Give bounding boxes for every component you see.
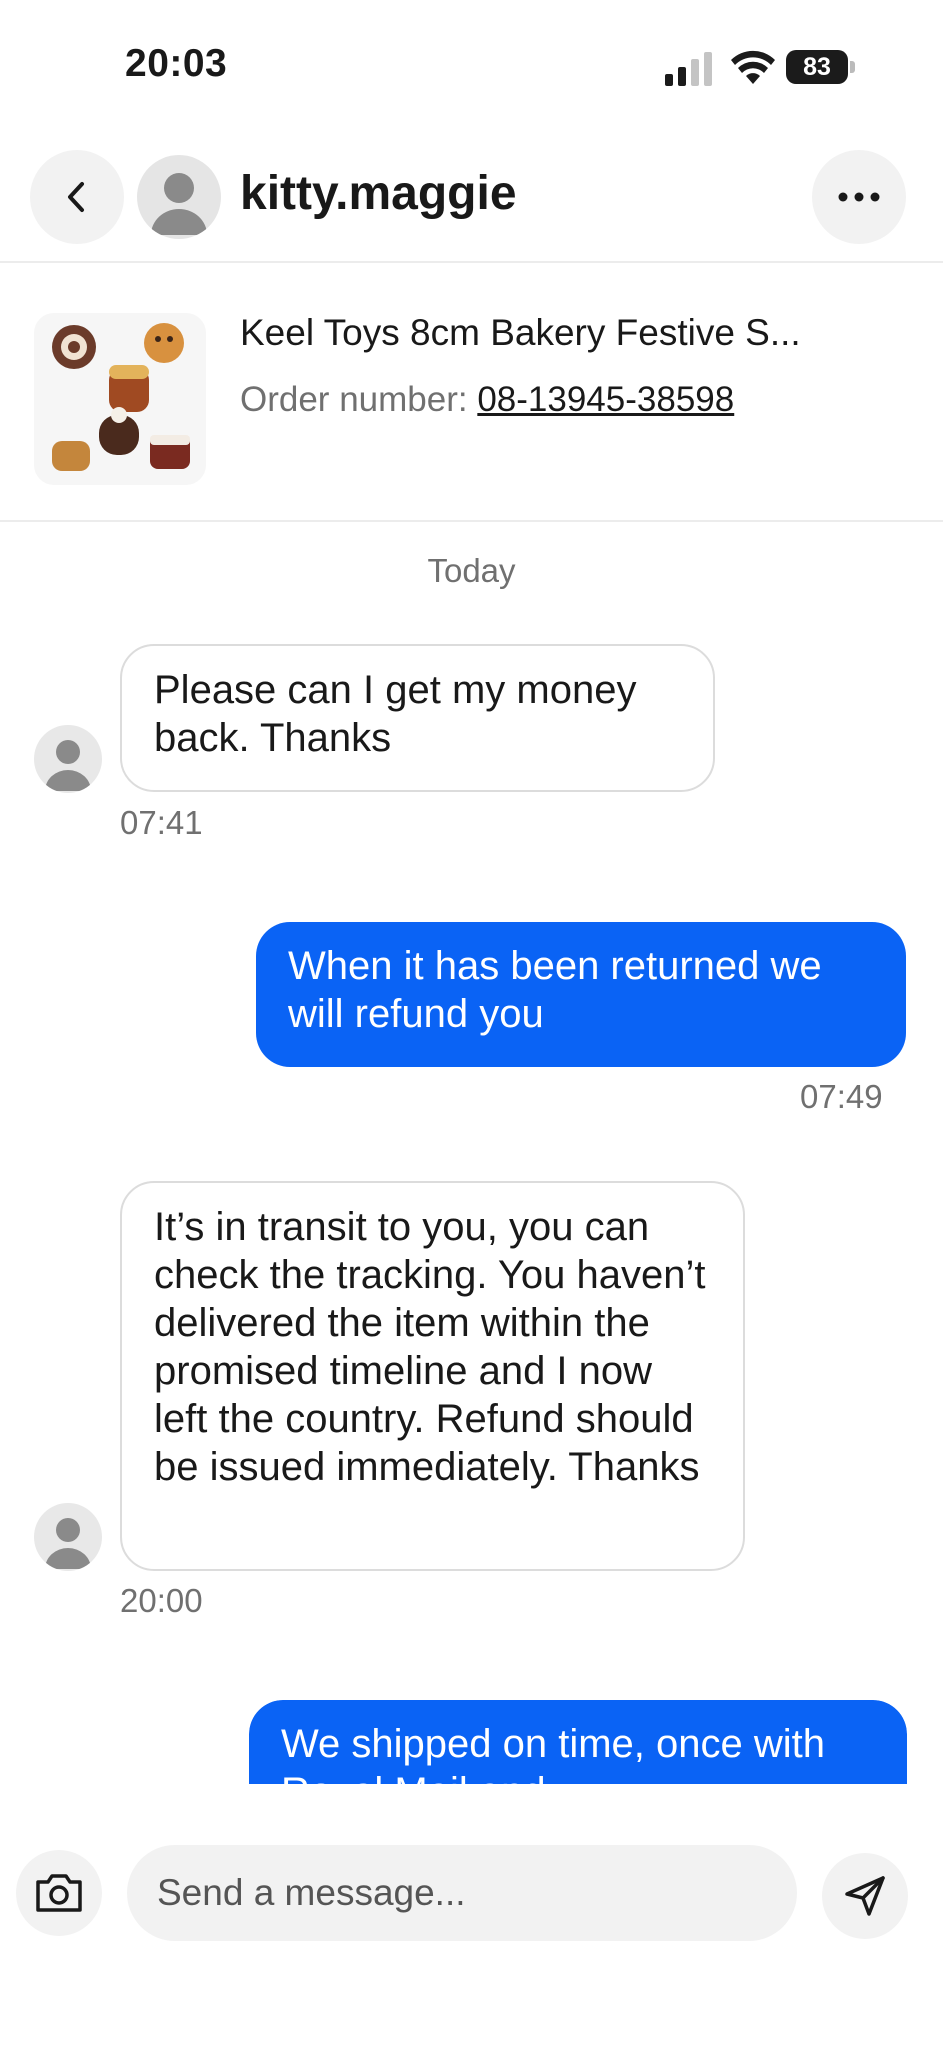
- message-time: 07:49: [800, 1078, 883, 1115]
- avatar[interactable]: [137, 155, 221, 239]
- order-row: Order number: 08-13945-38598: [240, 380, 734, 420]
- avatar-icon: [45, 1518, 91, 1569]
- message-bubble-incoming[interactable]: It’s in transit to you, you can check th…: [120, 1181, 745, 1571]
- battery-level: 83: [786, 50, 848, 84]
- more-options-button[interactable]: [812, 150, 906, 244]
- item-image: [52, 323, 190, 471]
- more-icon: [838, 192, 880, 202]
- message-bubble-outgoing[interactable]: We shipped on time, once with Royal Mail…: [249, 1700, 907, 1784]
- back-chevron-icon: [68, 182, 84, 212]
- wifi-icon: [731, 50, 775, 84]
- order-number-link[interactable]: 08-13945-38598: [477, 380, 734, 419]
- message-clip: We shipped on time, once with Royal Mail…: [249, 1700, 907, 1784]
- message-time: 20:00: [120, 1582, 203, 1619]
- order-label: Order number:: [240, 380, 468, 419]
- message-input[interactable]: [127, 1845, 797, 1941]
- day-separator: Today: [427, 552, 516, 589]
- back-button[interactable]: [30, 150, 124, 244]
- camera-icon: [36, 1874, 82, 1912]
- signal-icon: [665, 52, 712, 86]
- message-bubble-incoming[interactable]: Please can I get my money back. Thanks: [120, 644, 715, 792]
- send-icon: [845, 1876, 885, 1916]
- avatar-icon: [45, 740, 91, 791]
- camera-button[interactable]: [16, 1850, 102, 1936]
- item-divider: [0, 520, 943, 522]
- sender-avatar: [34, 1503, 102, 1571]
- send-button[interactable]: [822, 1853, 908, 1939]
- conversation-username[interactable]: kitty.maggie: [240, 166, 517, 221]
- battery-icon: 83: [786, 50, 856, 86]
- message-bubble-outgoing[interactable]: When it has been returned we will refund…: [256, 922, 906, 1067]
- item-thumbnail[interactable]: [34, 313, 206, 485]
- header-divider: [0, 261, 943, 263]
- message-time: 07:41: [120, 804, 203, 841]
- item-title[interactable]: Keel Toys 8cm Bakery Festive S...: [240, 312, 801, 354]
- avatar-icon: [151, 173, 207, 235]
- status-bar-time: 20:03: [125, 42, 228, 85]
- sender-avatar: [34, 725, 102, 793]
